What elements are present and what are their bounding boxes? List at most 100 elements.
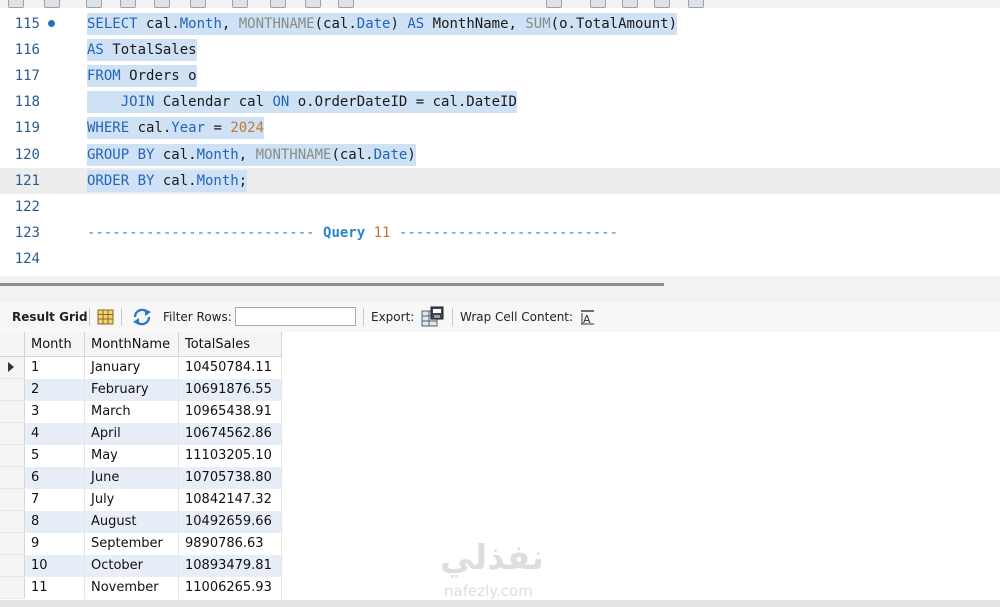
toolbar-icon[interactable] <box>338 0 354 8</box>
table-cell[interactable]: 10450784.11 <box>178 356 282 379</box>
table-row[interactable]: 2 February 10691876.55 <box>0 378 282 401</box>
editor-line[interactable]: 122 <box>0 194 1000 220</box>
column-header-monthname[interactable]: MonthName <box>84 332 179 357</box>
row-indicator[interactable] <box>0 378 25 401</box>
table-cell[interactable]: 10 <box>24 554 85 577</box>
table-cell[interactable]: 7 <box>24 488 85 511</box>
table-row[interactable]: 11 November 11006265.93 <box>0 576 282 599</box>
table-cell[interactable]: May <box>84 444 179 467</box>
toolbar-icon[interactable] <box>190 0 206 8</box>
table-cell[interactable]: April <box>84 422 179 445</box>
editor-line[interactable]: 119 WHERE cal.Year = 2024 <box>0 115 1000 141</box>
row-indicator[interactable] <box>0 554 25 577</box>
table-cell[interactable]: 4 <box>24 422 85 445</box>
result-grid-tab[interactable]: Result Grid <box>12 309 88 325</box>
row-indicator[interactable] <box>0 510 25 533</box>
toolbar-icon[interactable] <box>622 0 638 8</box>
row-indicator[interactable] <box>0 488 25 511</box>
table-cell[interactable]: 10492659.66 <box>178 510 282 533</box>
toolbar-icon[interactable] <box>688 0 704 8</box>
table-cell[interactable]: March <box>84 400 179 423</box>
table-row[interactable]: 1 January 10450784.11 <box>0 356 282 379</box>
row-indicator[interactable] <box>0 466 25 489</box>
table-cell[interactable]: 3 <box>24 400 85 423</box>
table-cell[interactable]: 11006265.93 <box>178 576 282 599</box>
filter-rows-input[interactable] <box>235 307 356 326</box>
table-cell[interactable]: 9890786.63 <box>178 532 282 555</box>
table-row[interactable]: 5 May 11103205.10 <box>0 444 282 467</box>
code-token: --------------------------- <box>87 224 324 241</box>
editor-line[interactable]: 115 SELECT cal.Month, MONTHNAME(cal.Date)… <box>0 11 1000 37</box>
editor-line[interactable]: 117 FROM Orders o <box>0 63 1000 89</box>
editor-line[interactable]: 116 AS TotalSales <box>0 37 1000 63</box>
wrap-icon[interactable]: A <box>580 309 596 325</box>
table-row[interactable]: 3 March 10965438.91 <box>0 400 282 423</box>
row-indicator[interactable] <box>0 422 25 445</box>
toolbar-icon[interactable] <box>86 0 102 8</box>
table-row[interactable]: 7 July 10842147.32 <box>0 488 282 511</box>
table-cell[interactable]: 10842147.32 <box>178 488 282 511</box>
row-indicator[interactable] <box>0 400 25 423</box>
row-indicator[interactable] <box>0 356 25 379</box>
table-cell[interactable]: August <box>84 510 179 533</box>
table-cell[interactable]: 10674562.86 <box>178 422 282 445</box>
table-row[interactable]: 6 June 10705738.80 <box>0 466 282 489</box>
table-cell[interactable]: June <box>84 466 179 489</box>
editor-line[interactable]: 118 JOIN Calendar cal ON o.OrderDateID =… <box>0 89 1000 115</box>
table-cell[interactable]: 11 <box>24 576 85 599</box>
table-cell[interactable]: January <box>84 356 179 379</box>
toolbar-icon[interactable] <box>120 0 136 8</box>
table-cell[interactable]: October <box>84 554 179 577</box>
code-text: --------------------------- Query 11 ---… <box>87 222 618 244</box>
table-cell[interactable]: 10705738.80 <box>178 466 282 489</box>
table-cell[interactable]: 10691876.55 <box>178 378 282 401</box>
toolbar-icon[interactable] <box>654 0 670 8</box>
table-cell[interactable]: 11103205.10 <box>178 444 282 467</box>
code-token: , <box>238 146 256 163</box>
editor-horizontal-scrollbar[interactable] <box>0 283 664 286</box>
editor-line[interactable]: 121 ORDER BY cal.Month; <box>0 167 1000 194</box>
code-token: MonthName, <box>432 16 526 32</box>
line-number: 123 <box>14 224 40 241</box>
toolbar-icon[interactable] <box>154 0 170 8</box>
table-cell[interactable]: 6 <box>24 466 85 489</box>
row-indicator[interactable] <box>0 444 25 467</box>
table-cell[interactable]: 5 <box>24 444 85 467</box>
table-row[interactable]: 9 September 9890786.63 <box>0 532 282 555</box>
toolbar-icon[interactable] <box>8 0 24 8</box>
toolbar-icon[interactable] <box>270 0 286 8</box>
table-cell[interactable]: November <box>84 576 179 599</box>
editor-line[interactable]: 124 <box>0 246 1000 272</box>
toolbar-icon[interactable] <box>44 0 60 8</box>
table-row[interactable]: 10 October 10893479.81 <box>0 554 282 577</box>
table-cell[interactable]: September <box>84 532 179 555</box>
code-token: TotalSales <box>112 42 197 59</box>
toolbar-icon[interactable] <box>305 0 321 8</box>
code-token: Month <box>196 172 239 189</box>
table-cell[interactable]: 10965438.91 <box>178 400 282 423</box>
row-indicator[interactable] <box>0 576 25 599</box>
table-cell[interactable]: 2 <box>24 378 85 401</box>
grid-icon[interactable] <box>97 309 114 325</box>
panel-splitter[interactable] <box>0 276 1000 302</box>
table-cell[interactable]: 8 <box>24 510 85 533</box>
toolbar-icon[interactable] <box>590 0 606 8</box>
column-header-totalsales[interactable]: TotalSales <box>178 332 282 357</box>
row-indicator-header[interactable] <box>0 332 25 357</box>
table-row[interactable]: 4 April 10674562.86 <box>0 422 282 445</box>
table-cell[interactable]: July <box>84 488 179 511</box>
table-cell[interactable]: 10893479.81 <box>178 554 282 577</box>
sql-editor[interactable]: 115 SELECT cal.Month, MONTHNAME(cal.Date)… <box>0 8 1000 276</box>
row-indicator[interactable] <box>0 532 25 555</box>
export-icon[interactable] <box>421 306 445 328</box>
table-cell[interactable]: 1 <box>24 356 85 379</box>
table-cell[interactable]: 9 <box>24 532 85 555</box>
column-header-month[interactable]: Month <box>24 332 85 357</box>
table-cell[interactable]: February <box>84 378 179 401</box>
editor-line[interactable]: 123 --------------------------- Query 11 … <box>0 220 1000 246</box>
toolbar-icon[interactable] <box>546 0 562 8</box>
refresh-icon[interactable] <box>131 308 153 326</box>
table-row[interactable]: 8 August 10492659.66 <box>0 510 282 533</box>
toolbar-icon[interactable] <box>232 0 248 8</box>
editor-line[interactable]: 120 GROUP BY cal.Month, MONTHNAME(cal.Dat… <box>0 142 1000 168</box>
